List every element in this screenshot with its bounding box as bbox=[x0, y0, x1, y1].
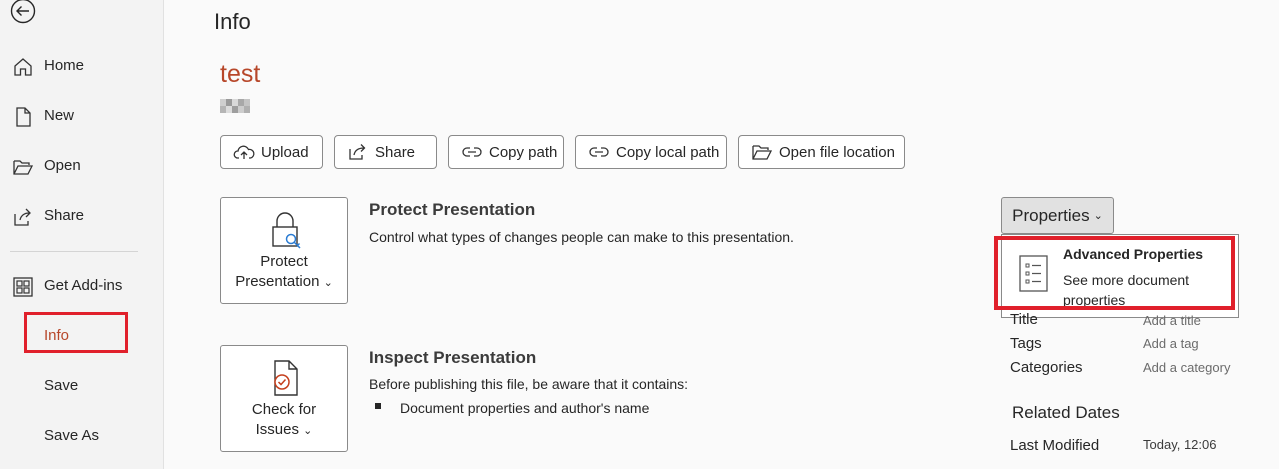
copy-path-button[interactable]: Copy path bbox=[448, 135, 564, 169]
check-tile-label: Check for Issues ⌄ bbox=[251, 401, 317, 438]
prop-categories-label: Categories bbox=[1010, 359, 1083, 376]
link-icon bbox=[462, 147, 482, 157]
nav-new-label: New bbox=[44, 107, 75, 124]
prop-title-label: Title bbox=[1010, 311, 1038, 328]
nav-save[interactable]: Save bbox=[0, 366, 163, 406]
share-label: Share bbox=[375, 143, 416, 161]
related-dates-title: Related Dates bbox=[1012, 403, 1120, 422]
last-modified-label: Last Modified bbox=[1010, 437, 1100, 454]
new-document-icon bbox=[16, 107, 31, 127]
nav-home-label: Home bbox=[44, 57, 85, 74]
protect-tile-label: Protect Presentation ⌄ bbox=[235, 253, 333, 290]
info-pane: Info test Upload Share Copy path Copy lo… bbox=[164, 0, 1279, 469]
document-title: test bbox=[220, 60, 261, 88]
upload-button[interactable]: Upload bbox=[220, 135, 323, 169]
copy-path-label: Copy path bbox=[489, 143, 558, 161]
inspect-bullet-item: Document properties and author's name bbox=[400, 400, 650, 416]
home-icon bbox=[14, 58, 32, 76]
info-highlight-box bbox=[24, 312, 128, 353]
addins-icon bbox=[13, 277, 33, 297]
last-modified-value: Today, 12:06 bbox=[1143, 437, 1217, 452]
nav-new[interactable]: New bbox=[0, 96, 163, 136]
nav-save-as-label: Save As bbox=[44, 427, 100, 444]
chevron-down-icon: ⌄ bbox=[1093, 210, 1103, 222]
inspect-document-icon bbox=[274, 360, 298, 396]
nav-get-addins[interactable]: Get Add-ins bbox=[0, 266, 163, 306]
properties-label: Properties bbox=[1012, 205, 1090, 225]
chevron-down-icon: ⌄ bbox=[303, 425, 313, 437]
page-title: Info bbox=[214, 9, 251, 34]
share-icon bbox=[14, 208, 31, 226]
open-folder-icon bbox=[13, 160, 34, 175]
backstage-sidebar: Home New Open Share Get Add-ins Info Sav… bbox=[0, 0, 164, 469]
open-folder-icon bbox=[752, 145, 772, 160]
lock-key-icon bbox=[272, 212, 301, 249]
back-button[interactable] bbox=[10, 0, 36, 24]
back-arrow-icon bbox=[10, 0, 36, 24]
chevron-down-icon: ⌄ bbox=[323, 277, 333, 289]
prop-tags-label: Tags bbox=[1010, 335, 1042, 352]
nav-open-label: Open bbox=[44, 157, 81, 174]
upload-label: Upload bbox=[261, 143, 309, 161]
document-location-redacted bbox=[220, 99, 253, 113]
properties-dropdown-button[interactable]: Properties ⌄ bbox=[1001, 197, 1114, 234]
prop-categories-value[interactable]: Add a category bbox=[1143, 360, 1230, 375]
inspect-description: Before publishing this file, be aware th… bbox=[369, 376, 689, 392]
advanced-properties-highlight-box bbox=[994, 236, 1235, 310]
cloud-upload-icon bbox=[233, 145, 255, 159]
prop-title-value[interactable]: Add a title bbox=[1143, 313, 1201, 328]
sidebar-divider bbox=[10, 251, 138, 252]
nav-home[interactable]: Home bbox=[0, 46, 163, 86]
nav-save-as[interactable]: Save As bbox=[0, 416, 163, 456]
nav-get-addins-label: Get Add-ins bbox=[44, 277, 123, 294]
bullet-marker bbox=[375, 403, 381, 409]
check-for-issues-button[interactable]: Check for Issues ⌄ bbox=[220, 345, 348, 452]
inspect-title: Inspect Presentation bbox=[369, 348, 537, 367]
share-icon bbox=[349, 144, 366, 160]
nav-save-label: Save bbox=[44, 377, 79, 394]
nav-share-label: Share bbox=[44, 207, 85, 224]
protect-presentation-button[interactable]: Protect Presentation ⌄ bbox=[220, 197, 348, 304]
open-file-location-button[interactable]: Open file location bbox=[738, 135, 905, 169]
copy-local-path-label: Copy local path bbox=[616, 143, 720, 161]
share-button[interactable]: Share bbox=[334, 135, 437, 169]
copy-local-path-button[interactable]: Copy local path bbox=[575, 135, 727, 169]
nav-share[interactable]: Share bbox=[0, 196, 163, 236]
open-file-location-label: Open file location bbox=[779, 143, 895, 161]
protect-description: Control what types of changes people can… bbox=[369, 229, 794, 245]
prop-tags-value[interactable]: Add a tag bbox=[1143, 336, 1199, 351]
protect-title: Protect Presentation bbox=[369, 200, 536, 219]
nav-open[interactable]: Open bbox=[0, 146, 163, 186]
link-icon bbox=[589, 147, 609, 157]
